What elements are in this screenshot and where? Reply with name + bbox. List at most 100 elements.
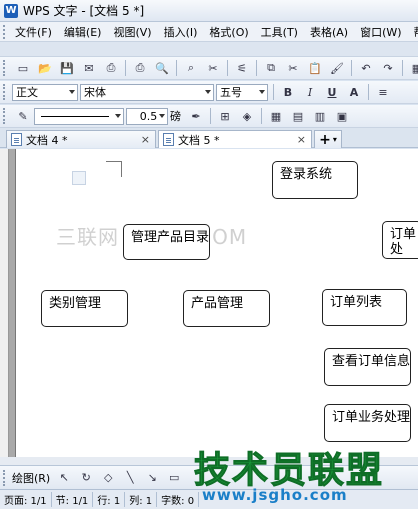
line-width-select[interactable]: 0.5 — [126, 107, 168, 125]
drawing-menu[interactable]: 绘图(R) — [12, 470, 50, 486]
toolbar-separator — [227, 60, 228, 76]
status-section: 节: 1/1 — [52, 492, 94, 507]
node-login[interactable]: 登录系统 — [272, 161, 358, 199]
toolbar-grip-handle[interactable] — [3, 469, 9, 486]
menu-grip-handle[interactable] — [3, 24, 5, 39]
menu-view[interactable]: 视图(V) — [107, 24, 157, 40]
menu-edit[interactable]: 编辑(E) — [58, 24, 108, 40]
font-select-value: 宋体 — [84, 86, 106, 99]
fill-color-icon[interactable]: ◈ — [238, 107, 256, 125]
open-folder-icon[interactable]: 📂 — [36, 59, 54, 77]
close-icon[interactable]: × — [297, 133, 306, 146]
new-tab-button[interactable]: + ▾ — [314, 130, 342, 148]
node-view-order[interactable]: 查看订单信息 — [324, 348, 411, 386]
node-manage-products[interactable]: 管理产品目录 — [123, 224, 210, 260]
toolbar-grip-handle[interactable] — [3, 84, 9, 100]
menu-table[interactable]: 表格(A) — [304, 24, 354, 40]
new-doc-icon[interactable]: ▭ — [14, 59, 32, 77]
format-painter-icon[interactable]: ⚟ — [233, 59, 251, 77]
menu-window[interactable]: 窗口(W) — [354, 24, 407, 40]
close-icon[interactable]: × — [141, 133, 150, 146]
pen-icon[interactable]: ✎ — [14, 107, 32, 125]
toolbar-separator — [210, 108, 211, 124]
status-col: 列: 1 — [125, 492, 158, 507]
font-select[interactable]: 宋体 — [80, 83, 214, 101]
toolbar-separator — [256, 60, 257, 76]
tab-doc5[interactable]: 文档 5 * × — [158, 130, 312, 148]
rotate-icon[interactable]: ↻ — [77, 469, 95, 487]
align-left-icon[interactable]: ≡ — [374, 83, 392, 101]
margin-mark — [121, 161, 122, 177]
image-placeholder-icon — [72, 171, 86, 185]
status-row: 行: 1 — [93, 492, 126, 507]
wps-app-icon[interactable]: W — [4, 3, 18, 18]
document-area[interactable]: 三联网 3LIAN.COM 登录系统 管理产品目录 订单处 类别管理 产品管理 … — [0, 149, 418, 457]
merge-cells-icon[interactable]: ▤ — [289, 107, 307, 125]
toolbar-separator — [368, 84, 369, 100]
select-pointer-icon[interactable]: ↖ — [55, 469, 73, 487]
toolbar-grip-handle[interactable] — [3, 60, 9, 76]
copy-icon[interactable]: ⧉ — [262, 59, 280, 77]
toolbar-separator — [351, 60, 352, 76]
menu-format[interactable]: 格式(O) — [203, 24, 254, 40]
style-select[interactable]: 正文 — [12, 83, 78, 101]
find-icon[interactable]: ⌕ — [182, 59, 200, 77]
bold-button[interactable]: B — [279, 83, 297, 101]
cut-icon[interactable]: ✂ — [284, 59, 302, 77]
node-order-business[interactable]: 订单业务处理 — [324, 404, 411, 442]
font-size-select[interactable]: 五号 — [216, 83, 268, 101]
node-order-list[interactable]: 订单列表 — [322, 289, 407, 326]
undo-icon[interactable]: ↶ — [357, 59, 375, 77]
line-style-select[interactable] — [34, 107, 124, 125]
menu-file[interactable]: 文件(F) — [9, 24, 58, 40]
print-icon[interactable]: ⎙ — [131, 59, 149, 77]
email-icon[interactable]: ✉ — [80, 59, 98, 77]
standard-toolbar: ▭ 📂 💾 ✉ ⎙ ⎙ 🔍 ⌕ ✂ ⚟ ⧉ ✂ 📋 🖌 ↶ ↷ ▦ — [0, 57, 418, 80]
margin-mark — [106, 161, 122, 162]
formatting-toolbar: 正文 宋体 五号 B I U A ≡ — [0, 81, 418, 104]
node-category[interactable]: 类别管理 — [41, 290, 128, 327]
chevron-down-icon — [69, 89, 75, 94]
border-icon[interactable]: ⊞ — [216, 107, 234, 125]
redo-icon[interactable]: ↷ — [379, 59, 397, 77]
node-product[interactable]: 产品管理 — [183, 290, 270, 327]
save-icon[interactable]: 💾 — [58, 59, 76, 77]
toolbar-grip-handle[interactable] — [3, 108, 9, 124]
autoshapes-icon[interactable]: ◇ — [99, 469, 117, 487]
menu-help[interactable]: 帮 — [408, 24, 418, 40]
chevron-down-icon: ▾ — [332, 135, 337, 144]
line-icon[interactable]: ╲ — [121, 469, 139, 487]
document-icon — [11, 133, 22, 146]
title-bar: W WPS 文字 - [文档 5 *] — [0, 0, 418, 22]
document-icon — [163, 133, 174, 146]
tab-doc4[interactable]: 文档 4 * × — [6, 130, 156, 148]
paste-icon[interactable]: 📋 — [306, 59, 324, 77]
table-props-icon[interactable]: ▣ — [333, 107, 351, 125]
italic-button[interactable]: I — [301, 83, 319, 101]
line-color-icon[interactable]: ✒ — [187, 107, 205, 125]
status-words: 字数: 0 — [157, 492, 200, 507]
arrow-icon[interactable]: ↘ — [143, 469, 161, 487]
underline-button[interactable]: U — [323, 83, 341, 101]
split-cells-icon[interactable]: ▥ — [311, 107, 329, 125]
line-width-value: 0.5 — [139, 109, 158, 123]
scissors-icon[interactable]: ✂ — [204, 59, 222, 77]
menu-tools[interactable]: 工具(T) — [255, 24, 304, 40]
node-order-partial[interactable]: 订单处 — [382, 221, 418, 259]
style-select-value: 正文 — [16, 86, 38, 99]
pdf-icon[interactable]: ⎙ — [102, 59, 120, 77]
print-preview-icon[interactable]: 🔍 — [153, 59, 171, 77]
site-logo: 技术员联盟 www.jsgho.com — [193, 441, 384, 507]
line-toolbar: ✎ 0.5 磅 ✒ ⊞ ◈ ▦ ▤ ▥ ▣ — [0, 105, 418, 128]
table-icon[interactable]: ▦ — [267, 107, 285, 125]
insert-table-icon[interactable]: ▦ — [408, 59, 418, 77]
toolbar-separator — [125, 60, 126, 76]
font-color-button[interactable]: A — [345, 83, 363, 101]
document-page[interactable]: 三联网 3LIAN.COM 登录系统 管理产品目录 订单处 类别管理 产品管理 … — [15, 149, 418, 457]
rectangle-icon[interactable]: ▭ — [165, 469, 183, 487]
menu-insert[interactable]: 插入(I) — [158, 24, 204, 40]
brush-icon[interactable]: 🖌 — [328, 59, 346, 77]
toolbar-separator — [402, 60, 403, 76]
toolbar-separator — [273, 84, 274, 100]
toolbar-separator — [261, 108, 262, 124]
